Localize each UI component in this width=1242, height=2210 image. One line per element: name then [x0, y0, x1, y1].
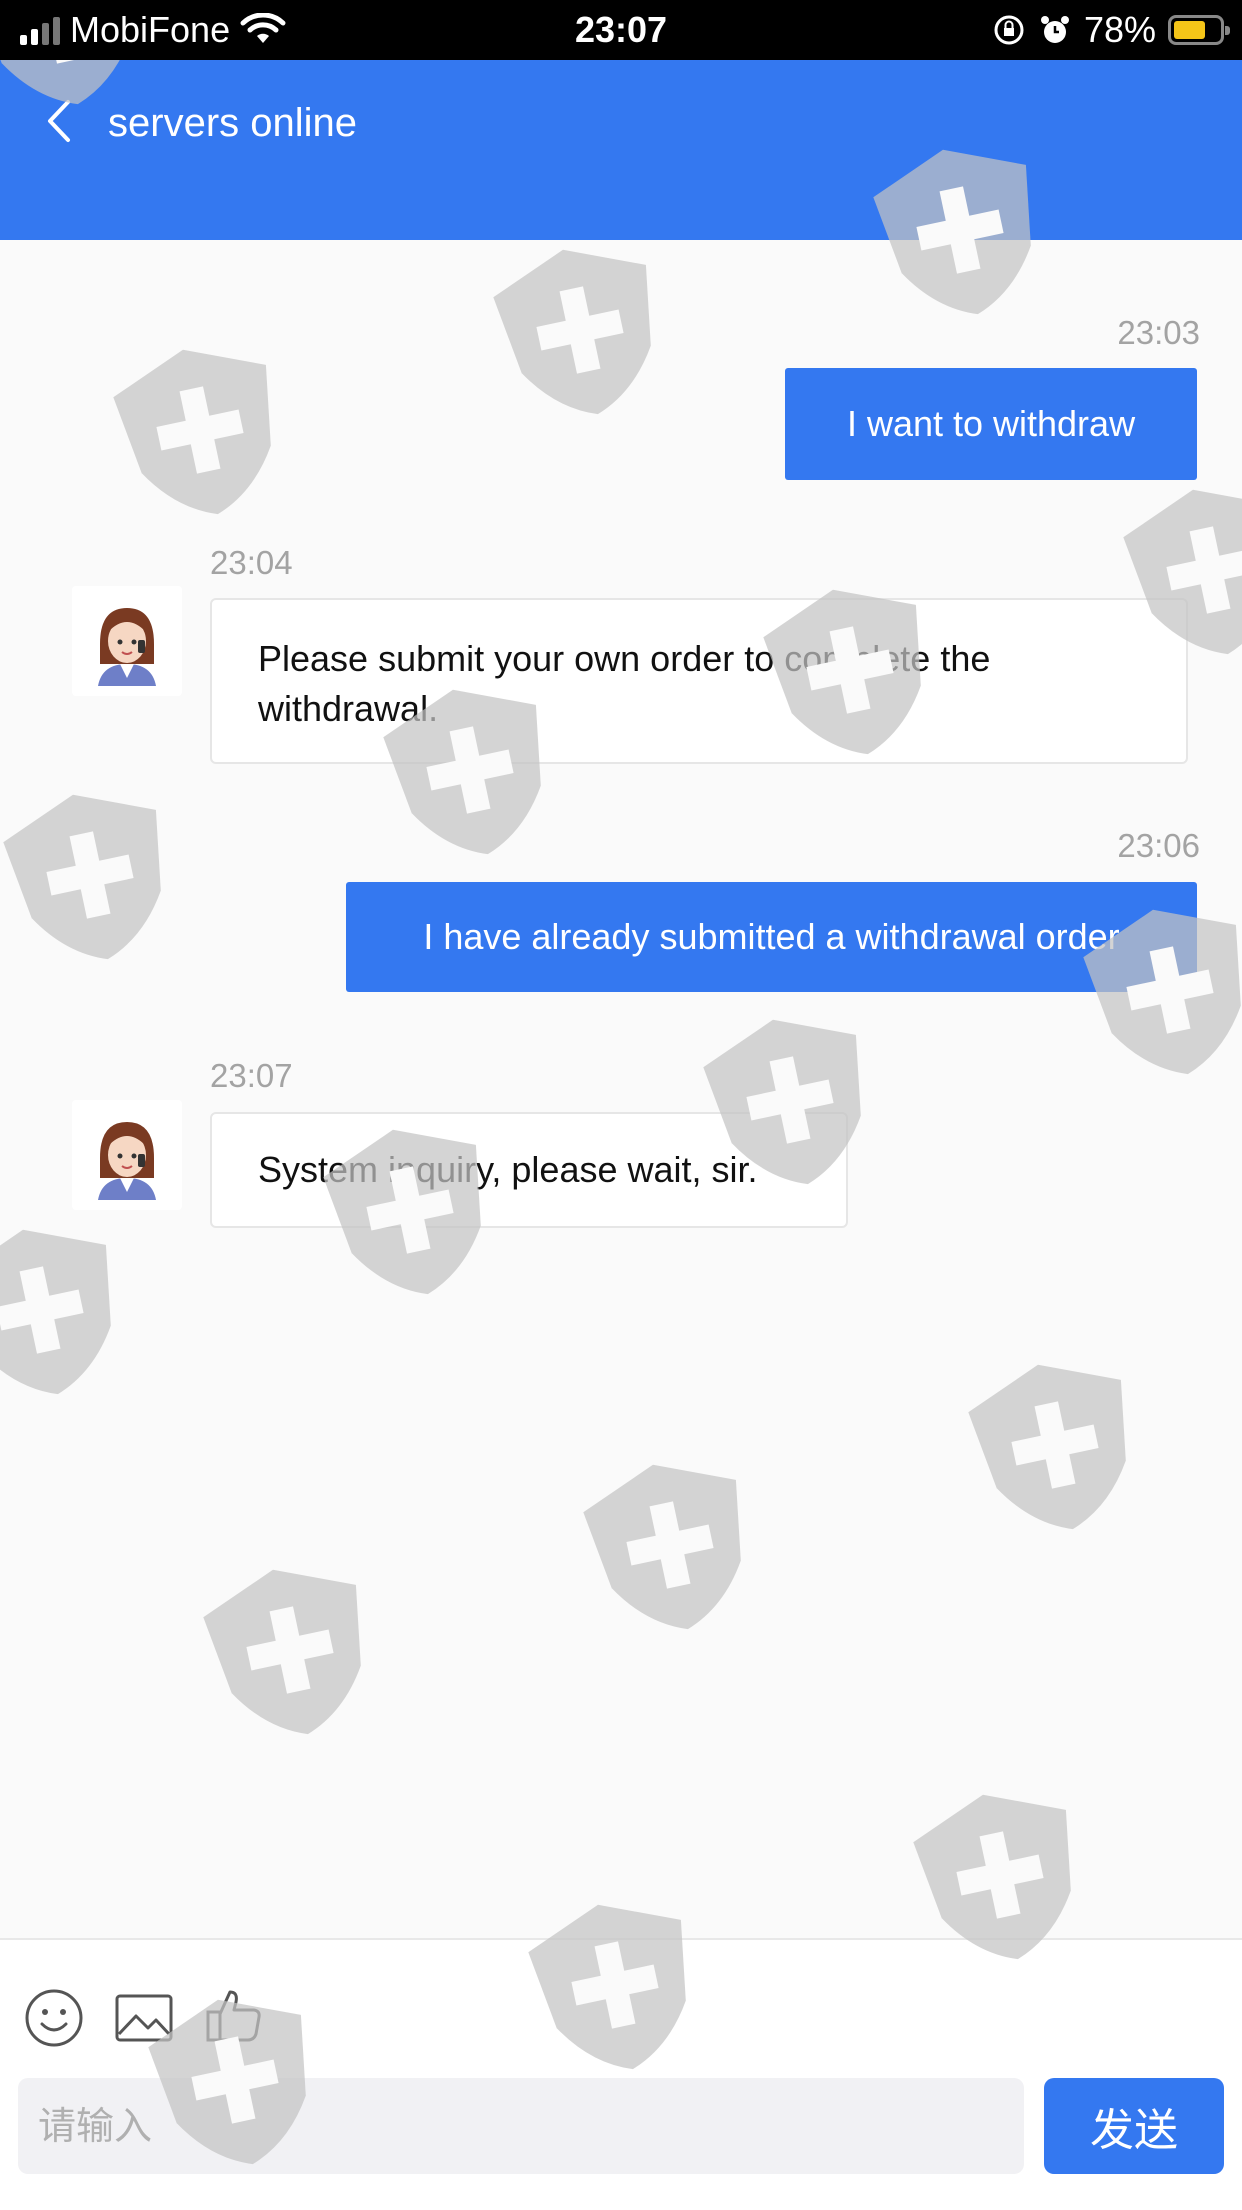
status-bar: MobiFone 23:07 78% — [0, 0, 1242, 60]
image-icon — [115, 1994, 173, 2042]
agent-avatar — [72, 586, 182, 696]
emoji-icon — [25, 1989, 83, 2047]
message-list: 23:03 I want to withdraw 23:04 Please su… — [0, 240, 1242, 1938]
send-button[interactable]: 发送 — [1044, 2078, 1224, 2174]
outgoing-message-bubble: I have already submitted a withdrawal or… — [346, 882, 1197, 992]
thumbs-up-icon — [206, 1990, 261, 2042]
message-input[interactable] — [18, 2078, 1024, 2174]
composer-bar: 发送 — [0, 1938, 1242, 2210]
page-title: servers online — [108, 101, 358, 145]
incoming-message-bubble: System inquiry, please wait, sir. — [210, 1112, 848, 1228]
message-timestamp: 23:03 — [1117, 314, 1200, 351]
message-timestamp: 23:04 — [210, 544, 293, 581]
chevron-left-icon — [48, 100, 70, 142]
message-timestamp: 23:07 — [210, 1057, 293, 1094]
alarm-icon — [1040, 16, 1069, 43]
battery-icon — [1168, 15, 1230, 45]
like-button[interactable] — [202, 1984, 266, 2053]
battery-percent: 78% — [1083, 9, 1156, 50]
agent-avatar — [72, 1100, 182, 1210]
incoming-message-bubble: Please submit your own order to complete… — [210, 598, 1188, 764]
emoji-button[interactable] — [22, 1986, 86, 2055]
outgoing-message-bubble: I want to withdraw — [785, 368, 1197, 480]
back-button[interactable] — [38, 94, 82, 148]
rotation-lock-icon — [994, 15, 1024, 45]
chat-header: servers online — [0, 60, 1242, 240]
message-timestamp: 23:06 — [1117, 827, 1200, 864]
image-button[interactable] — [112, 1986, 176, 2055]
